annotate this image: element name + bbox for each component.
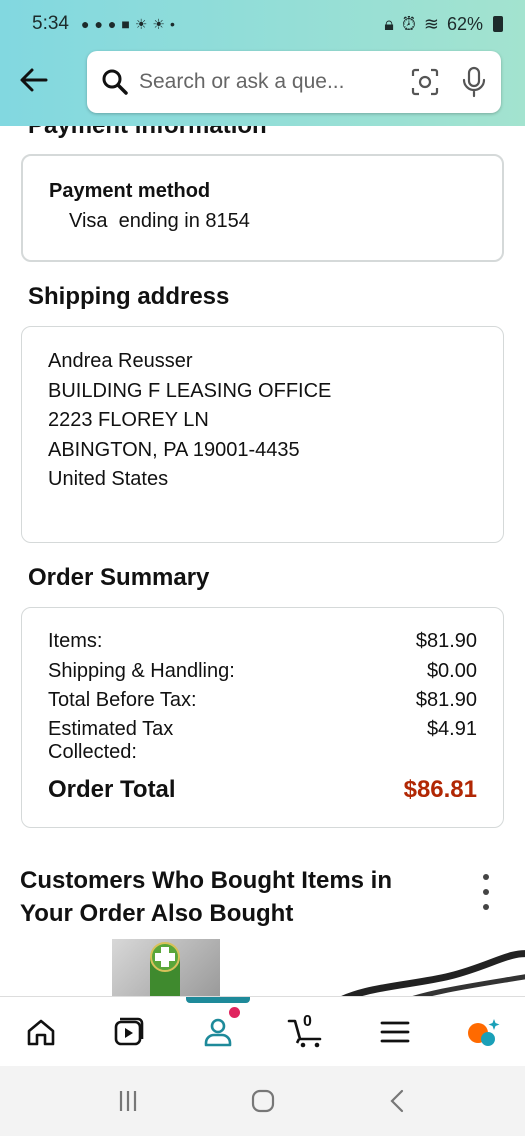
notification-badge: [229, 1007, 240, 1018]
kebab-icon[interactable]: [474, 874, 498, 910]
payment-method-value: Visa ending in 8154: [69, 210, 250, 232]
recommendations-title: Customers Who Bought Items in Your Order…: [20, 867, 392, 927]
weather-icon: ☀: [134, 15, 148, 32]
order-total-amount: $86.81: [403, 776, 477, 803]
address-line: 2223 FLOREY LN: [48, 409, 209, 431]
lock-icon: 🔒︎: [384, 13, 394, 34]
summary-label: Total Before Tax:: [48, 689, 197, 711]
microphone-icon[interactable]: [460, 66, 487, 98]
summary-amount: $81.90: [415, 689, 477, 711]
order-summary-card: Items: $81.90 Shipping & Handling: $0.00…: [21, 607, 504, 828]
shipping-section-title: Shipping address: [28, 283, 230, 310]
product-image: [341, 950, 525, 996]
back-button[interactable]: [16, 64, 52, 100]
address-line: Andrea Reusser: [48, 350, 193, 372]
order-total-label: Order Total: [48, 776, 176, 803]
summary-row: Total Before Tax: $81.90: [48, 689, 477, 712]
nav-home[interactable]: [17, 1009, 65, 1055]
tax-label-line2: Collected:: [48, 741, 137, 763]
address-lines: Andrea Reusser BUILDING F LEASING OFFICE…: [48, 347, 331, 495]
home-icon: [27, 1019, 55, 1046]
nav-assistant[interactable]: [459, 1009, 507, 1055]
bottom-nav: 0: [0, 996, 525, 1066]
notification-icon: ■: [121, 16, 130, 32]
summary-label: Shipping & Handling:: [48, 660, 235, 682]
payment-method-label: Payment method: [49, 180, 211, 202]
product-thumbnail[interactable]: [320, 946, 525, 996]
summary-amount: $0.00: [426, 660, 477, 682]
search-input[interactable]: [139, 70, 410, 94]
account-icon: [204, 1018, 232, 1047]
payment-method-card: Payment method Visa ending in 8154: [21, 154, 504, 262]
battery-icon: [493, 16, 503, 32]
app-header: 5:34 ● ● ● ■ ☀ ☀ • 🔒︎ ⏰︎ ≋ 62%: [0, 0, 525, 126]
address-line: United States: [48, 468, 169, 490]
order-total-row: Order Total $86.81: [48, 776, 477, 804]
order-details-content: Payment information Payment method Visa …: [0, 126, 525, 996]
weather-icon: ☀: [152, 15, 165, 32]
notification-icons: ● ● ● ■ ☀ ☀ •: [81, 16, 175, 33]
order-summary-title: Order Summary: [28, 564, 210, 591]
nav-video[interactable]: [105, 1009, 153, 1055]
system-navigation: [0, 1066, 525, 1136]
tax-label-line1: Estimated Tax: [48, 718, 174, 740]
product-image: [150, 942, 180, 996]
camera-lens-icon[interactable]: [410, 66, 440, 98]
payment-section-title: Payment information: [28, 126, 267, 140]
summary-amount: $4.91: [426, 718, 477, 740]
product-thumbnail[interactable]: [112, 939, 220, 996]
back-nav-icon[interactable]: [385, 1088, 411, 1114]
arrow-left-icon: [20, 68, 48, 92]
battery-percent: 62%: [446, 13, 483, 34]
nav-menu[interactable]: [371, 1009, 419, 1055]
alarm-icon: ⏰︎: [401, 13, 416, 34]
address-line: ABINGTON, PA 19001-4435: [48, 438, 300, 461]
status-time: 5:34: [32, 13, 69, 34]
address-line: BUILDING F LEASING OFFICE: [48, 379, 332, 402]
summary-row: Estimated Tax Collected: $4.91: [48, 718, 477, 764]
video-icon: [114, 1017, 144, 1046]
notification-icon: ●: [80, 16, 90, 32]
search-icon: [101, 66, 129, 98]
summary-label: Items:: [48, 630, 103, 652]
wifi-icon: ≋: [423, 13, 439, 34]
recent-apps-icon[interactable]: [115, 1088, 141, 1114]
active-tab-indicator: [186, 997, 250, 1003]
summary-row: Items: $81.90: [48, 630, 477, 653]
notification-icon: ●: [94, 16, 103, 32]
summary-label: Estimated Tax Collected:: [48, 718, 173, 764]
assistant-icon: [468, 1019, 500, 1046]
home-button-icon[interactable]: [250, 1088, 276, 1114]
search-bar[interactable]: [87, 51, 501, 113]
summary-row: Shipping & Handling: $0.00: [48, 660, 477, 683]
summary-amount: $81.90: [415, 630, 477, 652]
menu-icon: [380, 1021, 410, 1043]
cart-count: 0: [303, 1013, 312, 1030]
shipping-address-card: Andrea Reusser BUILDING F LEASING OFFICE…: [21, 326, 504, 543]
status-bar: 5:34 ● ● ● ■ ☀ ☀ • 🔒︎ ⏰︎ ≋ 62%: [0, 0, 525, 48]
status-right: 🔒︎ ⏰︎ ≋ 62%: [384, 14, 503, 35]
notification-icon: ●: [107, 16, 117, 32]
dot-icon: •: [169, 16, 175, 32]
